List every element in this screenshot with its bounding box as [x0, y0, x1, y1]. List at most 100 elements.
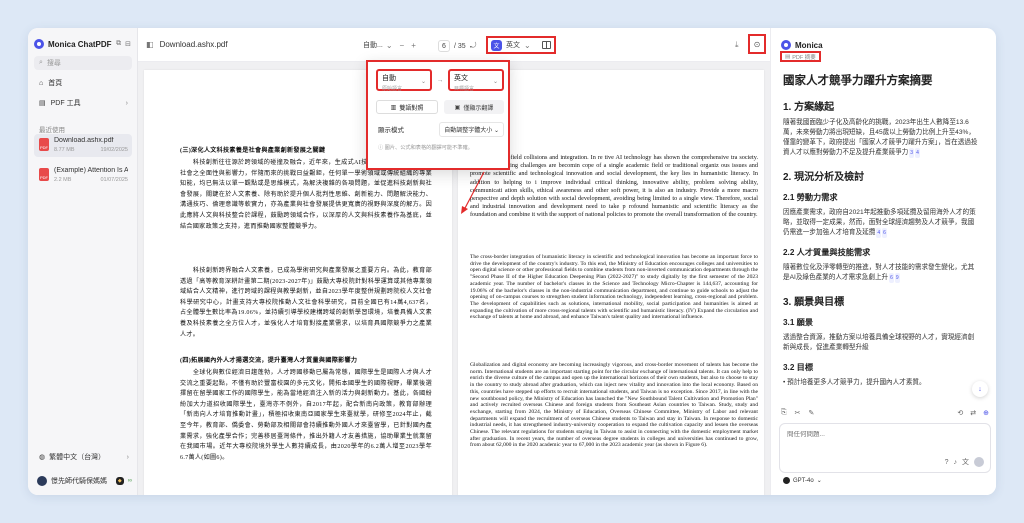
chevron-down-icon: ⌄ [385, 40, 393, 50]
infinity-icon: ∞ [127, 478, 132, 484]
split-view-icon[interactable] [542, 41, 551, 49]
translation-only-button[interactable]: ▣ 僅顯示翻譯 [444, 100, 504, 114]
target-language-select[interactable]: 英文 目標語言 ⌄ [448, 69, 504, 92]
recent-label: 最近使用 [39, 127, 65, 134]
language-selector[interactable]: ◍ 繁體中文（台灣） › [34, 451, 132, 463]
gpt-model-icon [783, 477, 790, 484]
toggle-thumbnails-icon[interactable]: ◧ [146, 40, 154, 49]
pdf-summary-tag[interactable]: ▤ PDF 摘要 [780, 51, 821, 62]
citation-badge[interactable]: 9 [894, 273, 900, 283]
pdf-tools-icon: ▤ [39, 100, 46, 107]
page-number-input[interactable]: 6 [438, 40, 450, 52]
bilingual-icon: ▥ [390, 104, 397, 111]
chevron-down-icon: ⌄ [816, 478, 822, 484]
file-name: (Example) Attention Is All ... [54, 167, 128, 174]
summary-heading: 2. 現況分析及檢討 [783, 172, 865, 183]
new-window-icon[interactable]: ⧉ [116, 40, 121, 48]
display-mode-select[interactable]: 自動調整字體大小 ⌄ [439, 121, 504, 137]
summary-icon: ⊙ [753, 39, 761, 49]
sidebar-header: Monica ChatPDF ⧉ ⊟ [34, 37, 131, 51]
mode-label: 雙語對照 [399, 105, 424, 112]
translation-tip: ⓘ 圖片、公式和表格的翻譯可能不準確。 [378, 145, 473, 151]
scissors-icon[interactable]: ✂ [795, 409, 801, 417]
chevron-down-icon: ⌄ [492, 79, 498, 85]
page-paragraph: 科技創新跨界融合人文素養，已成為學術研究與產業發展之重要方向。為此，教育部透過「… [180, 268, 432, 338]
translate-language: 英文 [506, 42, 520, 49]
arrow-right-icon: → [436, 76, 444, 84]
tag-label: PDF 摘要 [792, 54, 816, 61]
source-language-select[interactable]: 自動 原始語言 ⌄ [376, 69, 432, 92]
send-button[interactable] [974, 457, 984, 467]
model-selector[interactable]: GPT-4o ⌄ [783, 477, 822, 484]
page-heading: (四)拓展國內外人才揚選交流，提升臺灣人才質量與國際影響力 [180, 358, 358, 364]
page-paragraph: 全球化與數位經濟日趨蓬勃，人才跨國移動已屬為常態，國際學生是國際人才與人才交流之… [180, 370, 432, 461]
summary-subheading: 2.1 勞動力需求 [783, 193, 838, 202]
chat-input[interactable] [787, 431, 967, 438]
summary-title: 國家人才競爭力躍升方案摘要 [783, 75, 933, 87]
search-input[interactable]: ⌕ 搜尋 [34, 56, 132, 70]
translation-only-icon: ▣ [454, 104, 461, 111]
user-profile[interactable]: 憬先師代騎保媽媽 ◆ ∞ [34, 474, 132, 488]
summary-button[interactable]: ⊙ [748, 34, 766, 54]
search-icon: ⌕ [39, 59, 43, 66]
pen-icon[interactable]: ✎ [808, 409, 814, 417]
target-language-sub: 目標語言 [454, 86, 475, 92]
download-icon[interactable]: ⤓ [735, 40, 739, 50]
pdf-file-icon: PDF [39, 138, 49, 151]
user-name: 憬先師代騎保媽媽 [51, 478, 107, 485]
sidebar-item-home[interactable]: ⌂ 首頁 [34, 76, 132, 90]
sidebar-item-label: 首頁 [48, 80, 63, 87]
globe-icon: ◍ [39, 454, 46, 461]
recent-file-item[interactable]: PDF (Example) Attention Is All ... 2.2 M… [34, 164, 132, 187]
zoom-in-icon[interactable]: + [411, 41, 416, 50]
translated-paragraph: The cross-border integration of humanist… [470, 254, 758, 321]
translated-paragraph: Globalization and digital economy are be… [470, 362, 758, 449]
history-icon[interactable]: ⟲ [957, 409, 963, 417]
file-date: 19/02/2025 [100, 147, 128, 153]
summary-paragraph: • 預計培養更多人才競爭力，提升國內人才素質。 [783, 379, 926, 386]
translation-settings-popup: 自動 原始語言 ⌄ → 英文 目標語言 ⌄ ▥ 雙語對照 ▣ 僅顯示翻譯 顯示模… [366, 60, 510, 170]
summary-paragraph: 透過整合資源，推動方案以培養具備全球視野的人才，實現經濟創新與成長，促進產業轉型… [783, 334, 975, 351]
summary-paragraph: 隨著數位化及淨零轉型的推進，對人才技能的需求發生變化，尤其是AI及綠色產業的人才… [783, 264, 975, 283]
citation-badge[interactable]: 4 [876, 228, 882, 238]
file-date: 01/07/2025 [100, 177, 128, 183]
collapse-sidebar-icon[interactable]: ⊟ [125, 40, 131, 48]
sidebar-item-pdf-tools[interactable]: ▤ PDF 工具 › [34, 96, 132, 110]
app-window: Monica ChatPDF ⧉ ⊟ ⌕ 搜尋 ⌂ 首頁 ▤ PDF 工具 › … [28, 28, 996, 495]
citation-badge[interactable]: 6 [882, 228, 887, 238]
attach-icon[interactable]: ⎘ [781, 409, 787, 417]
summary-paragraph: 因應產業需求，政府自2021年起推動多項延攬及留用海外人才的策略，並取得一定成果… [783, 209, 976, 238]
scroll-down-button[interactable]: ↓ [972, 381, 988, 397]
translate-icon[interactable]: 文 [962, 457, 969, 467]
citation-badge[interactable]: 4 [915, 148, 920, 158]
chat-tools: ⎘ ✂ ✎ ⟲ ⇄ ⊕ [781, 406, 989, 420]
summary-paragraph: 隨著我國面臨少子化及高齡化的挑戰，2023年出生人數降至13.6萬，未來勞動力將… [783, 119, 978, 158]
chat-input-box[interactable]: ? ♪ 文 [779, 423, 991, 473]
model-name: GPT-4o [793, 477, 814, 484]
sidebar: Monica ChatPDF ⧉ ⊟ ⌕ 搜尋 ⌂ 首頁 ▤ PDF 工具 › … [28, 28, 138, 495]
citation-badge[interactable]: 3 [909, 148, 915, 158]
document-icon: ▤ [785, 53, 791, 60]
new-chat-icon[interactable]: ⊕ [983, 409, 989, 417]
rotate-icon[interactable]: ⤾ [470, 41, 477, 51]
viewer-toolbar: ◧ Download.ashx.pdf 自動... ⌄ − + 6 / 35 ⤾… [138, 28, 770, 62]
zoom-select[interactable]: 自動... ⌄ − + [363, 40, 416, 50]
chevron-right-icon: › [125, 99, 128, 107]
source-language: 自動 [382, 75, 396, 82]
display-mode-value: 自動調整字體大小 [444, 127, 493, 134]
share-icon[interactable]: ⇄ [970, 409, 976, 417]
zoom-out-icon[interactable]: − [400, 41, 405, 50]
file-size: 8.77 MB [54, 147, 75, 153]
microphone-icon[interactable]: ♪ [954, 459, 958, 466]
translate-icon: 文 [491, 39, 502, 51]
app-title: Monica ChatPDF [48, 39, 112, 49]
monica-logo-icon [34, 39, 44, 49]
target-language: 英文 [454, 75, 468, 82]
recent-file-item[interactable]: PDF Download.ashx.pdf 8.77 MB 19/02/2025 [34, 134, 132, 157]
bilingual-mode-button[interactable]: ▥ 雙語對照 [376, 100, 438, 114]
help-icon[interactable]: ? [945, 459, 949, 466]
translate-button[interactable]: 文 英文 ⌄ [486, 36, 556, 54]
chat-message: 國家人才競爭力躍升方案摘要 1. 方案緣起 隨著我國面臨少子化及高齡化的挑戰，2… [783, 66, 979, 388]
citation-badge[interactable]: 6 [889, 273, 894, 283]
home-icon: ⌂ [39, 79, 44, 87]
